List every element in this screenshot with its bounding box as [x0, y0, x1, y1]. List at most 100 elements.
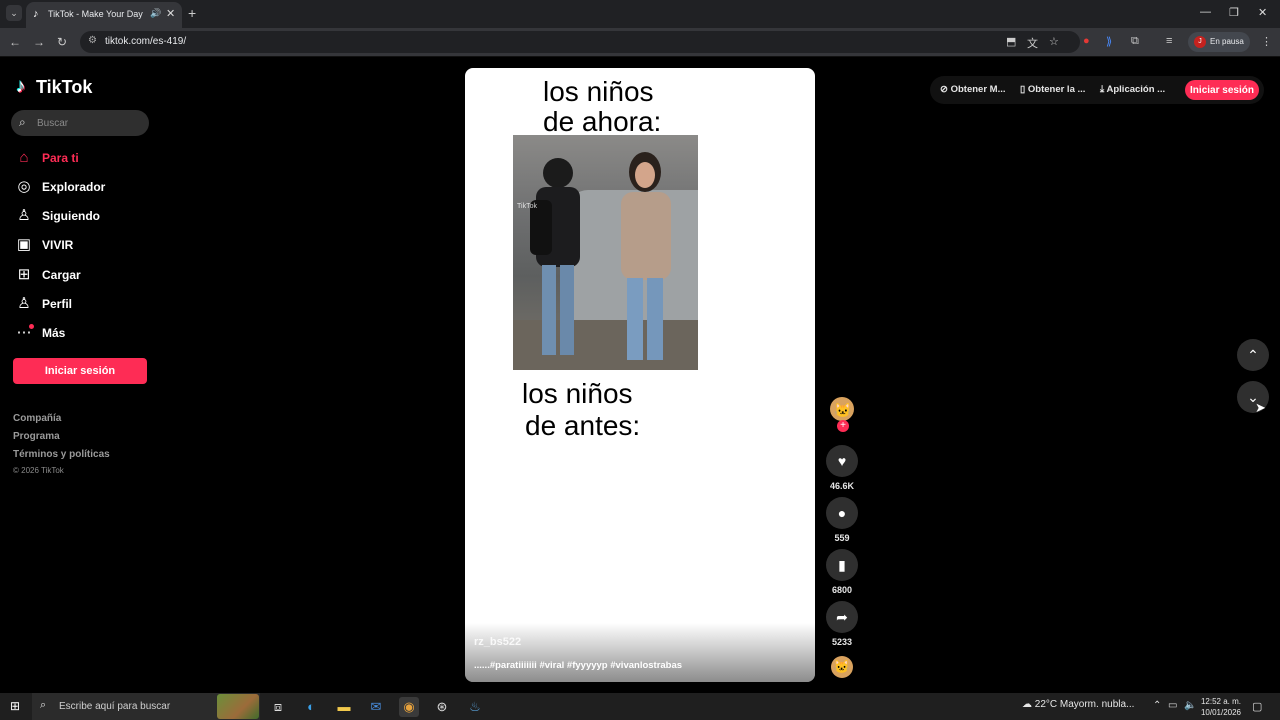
windows-start-icon[interactable]: ⊞	[10, 699, 20, 713]
clock-date: 10/01/2026	[1200, 708, 1242, 717]
tab-title: TikTok - Make Your Day	[48, 9, 143, 19]
menu-kebab-icon[interactable]: ⋮	[1261, 35, 1272, 48]
sidebar-item-label: Perfil	[42, 297, 73, 311]
cat-avatar-icon: 🐱	[834, 402, 852, 418]
sidebar-item-para-ti[interactable]: ⌂ Para ti	[15, 148, 155, 170]
heart-icon: ♥	[837, 453, 847, 469]
steam-icon[interactable]: ♨	[465, 697, 485, 717]
taskbar-clock[interactable]: 12:52 a. m. 10/01/2026	[1196, 696, 1246, 718]
clock-time: 12:52 a. m.	[1200, 697, 1242, 706]
get-app-label: Obtener la ...	[1027, 84, 1086, 95]
compass-icon: ◎	[17, 178, 31, 195]
upload-icon: ⊞	[17, 266, 31, 283]
url-text: tiktok.com/es-419/	[105, 36, 187, 47]
forward-icon[interactable]: →	[33, 35, 45, 49]
file-explorer-icon[interactable]: ▬	[334, 697, 354, 717]
address-bar[interactable]: ⚙ tiktok.com/es-419/	[80, 31, 1080, 53]
sidebar-item-perfil[interactable]: ♙ Perfil	[15, 294, 155, 316]
chrome-icon[interactable]: ◉	[399, 697, 419, 717]
minimize-icon[interactable]: —	[1200, 6, 1211, 18]
search-input[interactable]	[37, 115, 142, 131]
back-icon[interactable]: ←	[9, 35, 21, 49]
search-box[interactable]: ⌕	[11, 110, 149, 136]
bookmark-star-icon[interactable]: ☆	[1049, 35, 1059, 48]
video-text-bottom-line2: de antes:	[525, 410, 641, 441]
translate-icon[interactable]: 文	[1027, 35, 1038, 51]
profile-button[interactable]: J En pausa	[1188, 32, 1250, 52]
search-icon: ⌕	[40, 699, 47, 711]
extensions-icon[interactable]: ⧉	[1131, 35, 1139, 48]
search-highlight-image	[217, 694, 259, 719]
bookmark-icon: ▮	[838, 557, 846, 573]
copyright-text: © 2026 TikTok	[13, 466, 64, 475]
tray-chevron-icon[interactable]: ⌃	[1153, 700, 1161, 711]
weather-widget[interactable]: ☁ 22°C Mayorm. nubla...	[1022, 699, 1134, 710]
app-icon[interactable]: ⊛	[432, 697, 452, 717]
sidebar-item-siguiendo[interactable]: ♙ Siguiendo	[15, 206, 155, 228]
comment-icon: ●	[837, 505, 847, 521]
get-coins-link[interactable]: ⊘ Obtener M...	[940, 84, 1006, 95]
browser-tab[interactable]: ♪ TikTok - Make Your Day 🔊 ✕	[26, 2, 182, 28]
save-button[interactable]: ▮	[826, 549, 858, 581]
install-app-icon[interactable]: ⬒	[1006, 35, 1016, 48]
video-player[interactable]: los niños de ahora: TikTok los niños de …	[465, 68, 815, 682]
get-app-link[interactable]: ▯ Obtener la ...	[1020, 84, 1085, 95]
sidebar-login-button[interactable]: Iniciar sesión	[13, 358, 147, 384]
share-button[interactable]: ➦	[826, 601, 858, 633]
sidebar-item-label: Más	[42, 326, 66, 340]
browser-toolbar: ← → ↻ ⚙ tiktok.com/es-419/ ⬒ 文 ☆ ● ⟫ ⧉ ≡…	[0, 28, 1280, 57]
browser-tab-strip: ⌄ ♪ TikTok - Make Your Day 🔊 ✕ + — ❐ ✕	[0, 0, 1280, 28]
sidebar-item-label: Para ti	[42, 151, 79, 165]
video-photo: TikTok	[513, 135, 698, 370]
sidebar-item-label: VIVIR	[42, 238, 74, 252]
windows-taskbar: ⊞ ⌕ Escribe aquí para buscar ⧈ ◐ ▬ ✉ ◉ ⊛…	[0, 693, 1280, 720]
like-button[interactable]: ♥	[826, 445, 858, 477]
tab-close-icon[interactable]: ✕	[166, 7, 175, 20]
sidebar-item-label: Cargar	[42, 268, 81, 282]
comment-count: 559	[834, 533, 850, 543]
desktop-app-link[interactable]: ⤓ Aplicación ...	[1100, 84, 1165, 95]
previous-video-button[interactable]: ⌃	[1237, 339, 1269, 371]
footer-link-terms[interactable]: Términos y políticas	[13, 449, 110, 460]
taskbar-search[interactable]: ⌕ Escribe aquí para buscar	[32, 693, 260, 720]
video-text-bottom-line1: los niños	[522, 378, 633, 409]
video-text-top-line1: los niños	[543, 76, 654, 107]
footer-link-company[interactable]: Compañía	[13, 413, 61, 424]
site-info-icon[interactable]: ⚙	[88, 35, 97, 46]
music-disc[interactable]: 🐱	[831, 656, 853, 678]
speaker-icon[interactable]: 🔊	[150, 8, 161, 19]
creator-avatar[interactable]: 🐱	[830, 397, 854, 421]
save-count: 6800	[831, 585, 853, 595]
restore-icon[interactable]: ❐	[1229, 6, 1239, 19]
volume-icon[interactable]: 🔈	[1184, 700, 1196, 711]
extension-blue-icon[interactable]: ⟫	[1106, 35, 1112, 48]
window-close-icon[interactable]: ✕	[1258, 6, 1267, 19]
extension-red-icon[interactable]: ●	[1083, 35, 1090, 47]
sidebar-item-vivir[interactable]: ▣ VIVIR	[15, 235, 155, 257]
tab-search-button[interactable]: ⌄	[6, 5, 22, 21]
reload-icon[interactable]: ↻	[57, 35, 67, 49]
share-icon: ➦	[836, 609, 848, 625]
video-caption: ......#paratiiiiiii #viral #fyyyyyp #viv…	[474, 660, 683, 671]
follow-plus-icon[interactable]: +	[837, 420, 849, 432]
top-login-button[interactable]: Iniciar sesión	[1185, 80, 1259, 100]
sidebar-item-label: Siguiendo	[42, 209, 100, 223]
share-count: 5233	[831, 637, 853, 647]
video-username[interactable]: rz_bs522	[474, 636, 521, 648]
notification-dot	[29, 324, 34, 329]
sidebar-item-mas[interactable]: ⋯ Más	[15, 323, 155, 345]
comment-button[interactable]: ●	[826, 497, 858, 529]
notification-icon[interactable]: ▢	[1252, 700, 1262, 713]
sidebar-item-explorador[interactable]: ◎ Explorador	[15, 177, 155, 199]
edge-icon[interactable]: ◐	[301, 697, 321, 717]
footer-link-program[interactable]: Programa	[13, 431, 60, 442]
task-view-icon[interactable]: ⧈	[268, 697, 288, 717]
taskbar-search-placeholder: Escribe aquí para buscar	[59, 701, 171, 712]
new-tab-button[interactable]: +	[188, 5, 196, 21]
mail-icon[interactable]: ✉	[366, 697, 386, 717]
profile-icon: ♙	[17, 295, 31, 312]
media-control-icon[interactable]: ≡	[1166, 35, 1172, 47]
sidebar-item-cargar[interactable]: ⊞ Cargar	[15, 265, 155, 287]
cat-disc-icon: 🐱	[833, 659, 851, 674]
network-icon[interactable]: ▭	[1168, 700, 1177, 711]
